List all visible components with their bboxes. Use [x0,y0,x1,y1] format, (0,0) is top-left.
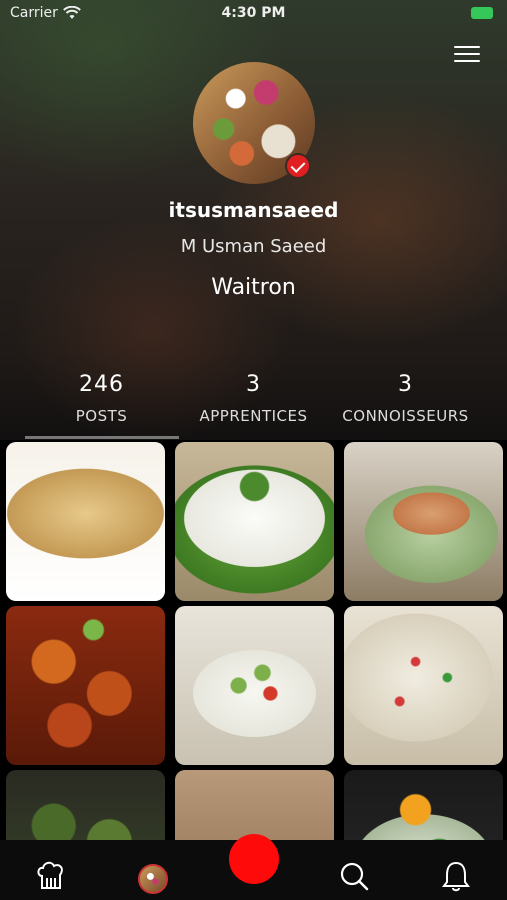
food-tile-white-rice[interactable] [175,442,334,601]
food-tile-rice-pudding[interactable] [6,442,165,601]
search-icon[interactable] [336,858,372,894]
food-tile-sprinkle-cookies[interactable] [344,606,503,765]
profile-avatar-tab[interactable] [138,864,168,894]
stat-posts-count: 246 [79,372,124,397]
stat-apprentices[interactable]: 3 APPRENTICES [169,372,338,425]
menu-button[interactable] [452,44,482,64]
record-button[interactable] [229,834,279,884]
chef-hat-icon[interactable] [33,858,69,894]
verified-badge-icon [285,153,311,179]
food-tile-orange-chicken[interactable] [6,606,165,765]
food-tile-crackers-plate[interactable] [175,770,334,840]
user-role: Waitron [211,275,296,300]
stat-apprentices-label: APPRENTICES [199,407,308,425]
stat-connoisseurs-count: 3 [398,372,413,397]
battery-icon [471,7,493,19]
full-name: M Usman Saeed [180,236,327,257]
stat-apprentices-count: 3 [246,372,261,397]
username: itsusmansaeed [168,198,339,222]
selected-tab-indicator [25,436,179,439]
stat-connoisseurs[interactable]: 3 CONNOISSEURS [321,372,490,425]
status-bar: Carrier 4:30 PM [0,0,507,28]
food-tile-chicken-salad[interactable] [344,442,503,601]
stat-connoisseurs-label: CONNOISSEURS [342,407,469,425]
posts-grid [0,440,507,840]
bell-icon[interactable] [438,858,474,894]
stat-posts-label: POSTS [75,407,128,425]
clock: 4:30 PM [221,5,286,21]
stat-posts[interactable]: 246 POSTS [17,372,186,425]
food-tile-brussels-sprouts[interactable] [6,770,165,840]
food-tile-veggie-bowl[interactable] [344,770,503,840]
food-tile-edamame-salad[interactable] [175,606,334,765]
